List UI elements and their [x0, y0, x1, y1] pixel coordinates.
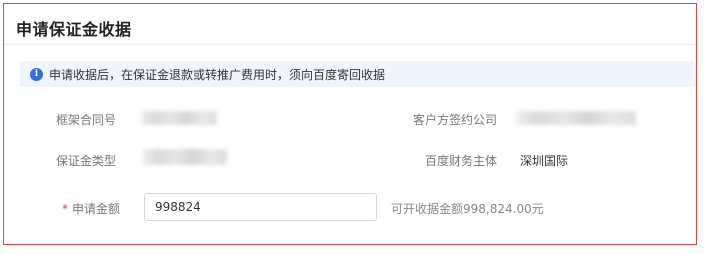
amount-label-wrapper: * 申请金额	[62, 200, 120, 217]
page-title: 申请保证金收据	[16, 20, 132, 39]
customer-company-label: 客户方签约公司	[413, 113, 498, 127]
notice-text: 申请收据后，在保证金退款或转推广费用时，须向百度寄回收据	[49, 67, 386, 82]
receipt-application-panel: 申请保证金收据 i 申请收据后，在保证金退款或转推广费用时，须向百度寄回收据 框…	[3, 3, 697, 245]
framework-contract-value-redacted	[141, 111, 217, 125]
required-mark: *	[62, 202, 68, 216]
baidu-entity-value: 深圳国际	[520, 154, 569, 168]
framework-contract-label: 框架合同号	[56, 113, 117, 127]
baidu-entity-label: 百度财务主体	[425, 154, 498, 168]
title-divider	[4, 44, 696, 45]
amount-hint: 可开收据金额998,824.00元	[391, 202, 544, 216]
deposit-type-value-redacted	[143, 149, 227, 165]
amount-label: 申请金额	[72, 202, 121, 216]
customer-company-value-redacted	[516, 111, 636, 125]
deposit-type-label: 保证金类型	[56, 154, 117, 168]
info-icon: i	[30, 67, 43, 81]
notice-bar: i 申请收据后，在保证金退款或转推广费用时，须向百度寄回收据	[20, 61, 694, 87]
amount-input[interactable]	[144, 193, 377, 221]
